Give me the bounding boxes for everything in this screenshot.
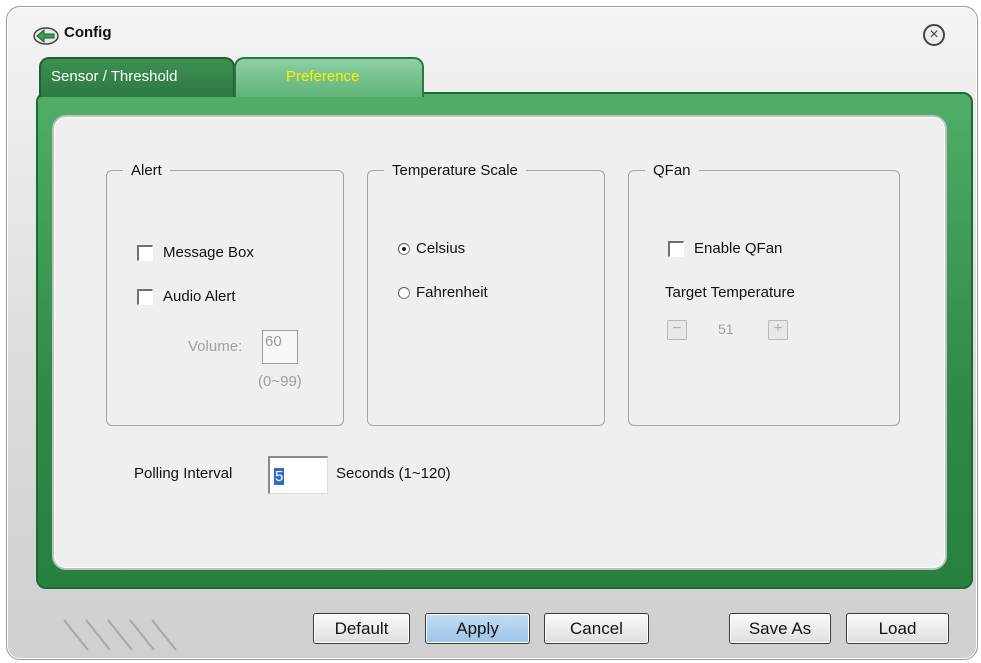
- fahrenheit-radio[interactable]: [398, 286, 410, 299]
- apply-button[interactable]: Apply: [425, 613, 530, 644]
- enable-qfan-checkbox[interactable]: [668, 240, 684, 257]
- close-icon[interactable]: ×: [923, 24, 945, 46]
- message-box-option[interactable]: Message Box: [137, 244, 254, 261]
- temperature-scale-legend: Temperature Scale: [392, 162, 518, 179]
- audio-alert-checkbox[interactable]: [137, 288, 153, 305]
- tab-sensor-threshold[interactable]: Sensor / Threshold: [39, 57, 235, 97]
- enable-qfan-label: Enable QFan: [694, 240, 783, 257]
- fahrenheit-option[interactable]: Fahrenheit: [398, 284, 488, 301]
- polling-interval-input[interactable]: 5: [268, 456, 328, 494]
- window-title: Config: [64, 24, 112, 41]
- decrease-temperature-button[interactable]: −: [667, 320, 687, 340]
- alert-legend: Alert: [131, 162, 162, 179]
- qfan-legend: QFan: [653, 162, 691, 179]
- volume-label: Volume:: [188, 338, 243, 355]
- resize-grip-icon: [63, 619, 177, 651]
- polling-interval-value: 5: [274, 468, 285, 485]
- message-box-checkbox[interactable]: [137, 244, 153, 261]
- celsius-option[interactable]: Celsius: [398, 240, 465, 257]
- volume-input[interactable]: 60: [262, 330, 298, 364]
- target-temperature-label: Target Temperature: [665, 284, 795, 301]
- volume-range: (0~99): [258, 373, 302, 390]
- polling-interval-suffix: Seconds (1~120): [336, 465, 451, 482]
- fahrenheit-label: Fahrenheit: [416, 284, 488, 301]
- increase-temperature-button[interactable]: +: [768, 320, 788, 340]
- audio-alert-option[interactable]: Audio Alert: [137, 288, 236, 305]
- polling-interval-label: Polling Interval: [134, 465, 233, 482]
- celsius-radio[interactable]: [398, 242, 410, 255]
- enable-qfan-option[interactable]: Enable QFan: [668, 240, 782, 257]
- config-app-icon: [33, 27, 59, 45]
- target-temperature-value: 51: [718, 321, 734, 337]
- audio-alert-label: Audio Alert: [163, 288, 236, 305]
- load-button[interactable]: Load: [846, 613, 949, 644]
- save-as-button[interactable]: Save As: [729, 613, 831, 644]
- cancel-button[interactable]: Cancel: [544, 613, 649, 644]
- tab-preference[interactable]: Preference: [234, 57, 424, 97]
- celsius-label: Celsius: [416, 240, 466, 257]
- message-box-label: Message Box: [163, 244, 254, 261]
- default-button[interactable]: Default: [313, 613, 410, 644]
